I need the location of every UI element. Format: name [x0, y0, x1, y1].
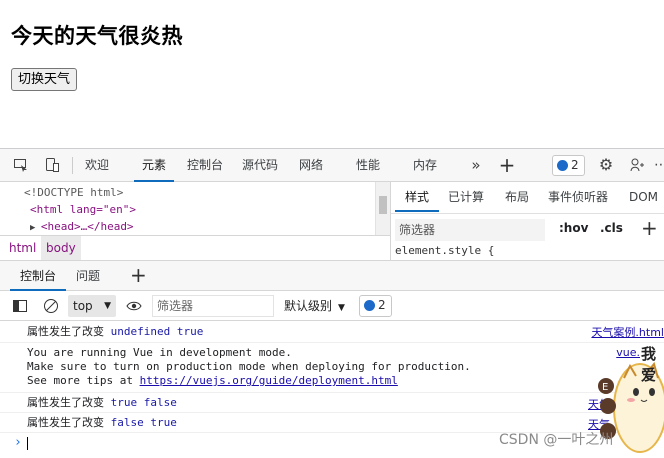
tab-styles[interactable]: 样式 [395, 182, 440, 212]
console-issues-icon [364, 300, 375, 311]
drawer-tabbar: 控制台 问题 + [0, 260, 664, 291]
tab-performance[interactable]: 性能 [356, 149, 380, 182]
sticker-caption: 我爱 [641, 345, 657, 384]
scrollbar-thumb[interactable] [379, 196, 387, 214]
drawer-add-tab-icon[interactable]: + [130, 263, 147, 287]
tab-event-listeners[interactable]: 事件侦听器 [548, 182, 608, 212]
expand-arrow-icon[interactable]: ▶ [30, 223, 41, 233]
styles-pane: 样式 已计算 布局 事件侦听器 DOM 断 筛选器 :hov .cls + el… [390, 182, 664, 260]
issues-count: 2 [571, 158, 579, 172]
connect-icon[interactable] [628, 157, 646, 173]
message-values: undefined true [104, 325, 204, 338]
message-source-link[interactable]: 天气案例.html [591, 324, 664, 340]
page-viewport: 今天的天气很炎热 切换天气 [0, 0, 664, 148]
console-filter-input[interactable]: 筛选器 [152, 295, 274, 317]
head-node-label: <head>…</head> [40, 220, 134, 233]
console-message: 属性发生了改变 true false 天气 [0, 393, 664, 413]
toolbar-divider [72, 157, 73, 174]
tab-memory[interactable]: 内存 [413, 149, 437, 182]
cls-toggle[interactable]: .cls [600, 221, 623, 235]
inspect-element-icon[interactable] [12, 157, 30, 173]
context-selector[interactable]: top ▼ [68, 295, 116, 317]
tab-network[interactable]: 网络 [299, 149, 323, 182]
toggle-weather-button[interactable]: 切换天气 [11, 68, 78, 91]
message-text: Make sure to turn on production mode whe… [27, 360, 471, 373]
issues-icon [557, 160, 568, 171]
drawer-tab-console[interactable]: 控制台 [10, 261, 67, 291]
sidebar-toggle-icon[interactable] [12, 298, 28, 314]
devtools-tabbar: 欢迎 元素 控制台 源代码 网络 性能 内存 » + 2 ⚙ ⋯ [0, 149, 664, 182]
more-tabs-icon[interactable]: » [467, 157, 485, 173]
console-issues-badge[interactable]: 2 [359, 295, 392, 317]
drawer-tab-issues[interactable]: 问题 [76, 261, 100, 291]
clear-console-icon[interactable] [43, 298, 59, 314]
live-expression-eye-icon[interactable] [126, 298, 142, 314]
head-node[interactable]: ▶ <head>…</head> [30, 218, 134, 235]
crumb-html[interactable]: html [4, 236, 41, 260]
message-text: 属性发生了改变 [27, 416, 104, 429]
breadcrumb: html body [0, 235, 390, 260]
message-text: 属性发生了改变 [27, 396, 104, 409]
tab-computed[interactable]: 已计算 [448, 182, 484, 212]
console-toolbar: top ▼ 筛选器 默认级别 ▼ 2 [0, 291, 664, 321]
page-heading: 今天的天气很炎热 [11, 24, 183, 48]
new-style-rule-icon[interactable]: + [641, 216, 658, 240]
console-input[interactable] [27, 437, 28, 450]
tab-elements[interactable]: 元素 [134, 149, 175, 182]
message-values: true false [104, 396, 177, 409]
message-text: See more tips at [27, 374, 140, 387]
issues-badge[interactable]: 2 [552, 155, 585, 176]
log-level-select[interactable]: 默认级别 ▼ [284, 295, 345, 317]
device-toolbar-icon[interactable] [43, 157, 61, 173]
message-values: false true [104, 416, 177, 429]
log-level-chevron-icon: ▼ [338, 303, 345, 313]
chevron-down-icon: ▼ [104, 301, 111, 311]
styles-toolbar: 筛选器 :hov .cls + [391, 213, 664, 243]
console-message: 属性发生了改变 undefined true 天气案例.html [0, 321, 664, 343]
console-message: You are running Vue in development mode.… [0, 343, 664, 393]
svg-text:E: E [602, 382, 608, 393]
tab-welcome[interactable]: 欢迎 [85, 149, 109, 182]
devtools-panel: 欢迎 元素 控制台 源代码 网络 性能 内存 » + 2 ⚙ ⋯ <!DOCTY… [0, 148, 664, 458]
elements-scrollbar[interactable] [375, 182, 390, 235]
log-level-value: 默认级别 [284, 299, 333, 313]
message-text: 属性发生了改变 [27, 325, 104, 338]
elements-tree: <!DOCTYPE html> <html lang="en"> ▶ <head… [0, 182, 390, 235]
tab-console[interactable]: 控制台 [187, 149, 223, 182]
tab-layout[interactable]: 布局 [505, 182, 529, 212]
settings-gear-icon[interactable]: ⚙ [597, 157, 615, 173]
html-node[interactable]: <html lang="en"> [30, 201, 136, 218]
csdn-watermark: CSDN @一叶之州 [499, 432, 614, 448]
tab-sources[interactable]: 源代码 [242, 149, 278, 182]
console-prompt-icon: › [14, 435, 22, 450]
tab-dom-breakpoints[interactable]: DOM 断 [629, 182, 664, 234]
styles-filter-input[interactable]: 筛选器 [395, 219, 545, 241]
context-value: top [73, 299, 93, 313]
doctype-node[interactable]: <!DOCTYPE html> [24, 184, 123, 201]
more-options-icon[interactable]: ⋯ [652, 157, 664, 173]
message-text: You are running Vue in development mode. [27, 346, 292, 359]
element-style-rule[interactable]: element.style { [395, 244, 494, 257]
crumb-body[interactable]: body [41, 236, 81, 260]
console-issues-count: 2 [378, 298, 386, 312]
hov-toggle[interactable]: :hov [559, 221, 588, 235]
add-tab-icon[interactable]: + [498, 155, 516, 175]
docs-link[interactable]: https://vuejs.org/guide/deployment.html [140, 374, 398, 387]
